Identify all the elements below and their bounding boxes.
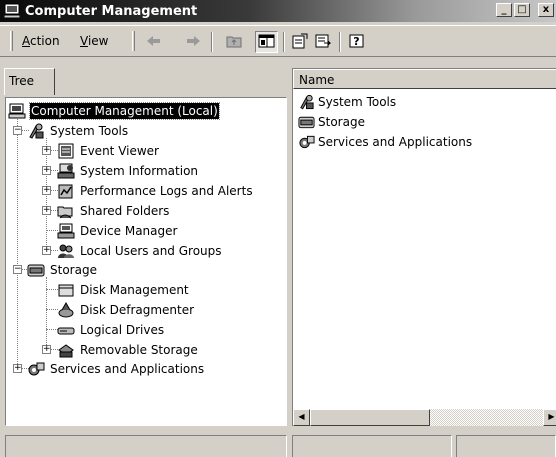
back-arrow-icon[interactable] [145,33,162,49]
details-list[interactable]: Name System Tools Storage Services and A… [292,68,556,426]
tree-item-disk-defragmenter[interactable]: Disk Defragmenter [57,301,195,319]
collapse-toggle[interactable]: − [13,126,22,135]
services-applications-icon [28,362,45,376]
tree-item-removable-storage[interactable]: Removable Storage [57,341,199,359]
scroll-right-button[interactable]: ▶ [543,409,556,426]
disk-defragmenter-icon [58,302,74,318]
tree-item-disk-management[interactable]: Disk Management [57,281,190,299]
show-hide-tree-icon [258,34,275,48]
logical-drives-icon [57,327,75,335]
window-title: Computer Management [25,3,198,19]
expand-toggle[interactable]: + [42,166,51,175]
computer-icon [8,103,26,119]
tree-item-performance-logs[interactable]: Performance Logs and Alerts [57,182,254,200]
services-applications-icon [299,135,315,149]
tree-item-system-tools[interactable]: System Tools [27,122,129,140]
column-header-name[interactable]: Name [293,69,556,89]
device-manager-icon [57,223,75,239]
storage-icon [298,116,315,129]
performance-logs-icon [58,184,73,199]
tree-item-label: System Information [80,164,199,178]
expand-toggle[interactable]: + [42,345,51,354]
svg-text:?: ? [353,35,359,48]
list-item-label: Services and Applications [318,135,473,149]
toolbar-separator [339,32,341,52]
status-panel [292,435,452,457]
event-viewer-icon [58,143,74,159]
tree-item-shared-folders[interactable]: Shared Folders [57,202,170,220]
system-information-icon [57,163,75,179]
tree-item-system-information[interactable]: System Information [57,162,199,180]
console-tree[interactable]: − + + + + + − + + Computer Management (L… [5,97,287,426]
tree-item-label: Removable Storage [80,343,198,357]
horizontal-scrollbar[interactable]: ◀ ▶ [293,409,556,426]
list-item-services-applications[interactable]: Services and Applications [298,133,472,151]
disk-management-icon [58,284,74,297]
system-tools-icon [29,123,44,139]
users-groups-icon [58,244,74,258]
tree-item-local-users-groups[interactable]: Local Users and Groups [57,242,223,260]
removable-storage-icon [58,344,74,358]
tree-item-services-applications[interactable]: Services and Applications [27,360,205,378]
collapse-toggle[interactable]: − [13,265,22,274]
shared-folders-icon [57,206,73,219]
tree-item-label: Services and Applications [50,362,205,376]
tree-item-logical-drives[interactable]: Logical Drives [57,321,165,339]
tree-item-label: Disk Defragmenter [80,303,195,317]
tree-item-label: Device Manager [80,224,178,238]
view-menu[interactable]: View [80,34,108,48]
tree-line [17,119,18,370]
list-item-label: System Tools [318,95,397,109]
expand-toggle[interactable]: + [42,186,51,195]
tree-item-label: Logical Drives [80,323,165,337]
close-button[interactable]: x [538,3,554,17]
list-item-label: Storage [318,115,365,129]
list-item-storage[interactable]: Storage [298,113,365,131]
help-icon[interactable]: ? [348,33,365,49]
list-item-system-tools[interactable]: System Tools [298,93,396,111]
tree-item-label: Disk Management [80,283,189,297]
expand-toggle[interactable]: + [42,246,51,255]
tree-item-computer-management[interactable]: Computer Management (Local) [8,102,220,120]
toolbar-grip[interactable] [132,31,135,51]
status-panel [5,435,287,457]
maximize-button[interactable]: □ [514,3,530,17]
tree-item-label: Storage [50,263,97,277]
toolbar: Action View ? [0,25,556,57]
toolbar-separator [211,32,213,52]
tree-item-storage[interactable]: Storage [27,261,98,279]
toolbar-grip[interactable] [10,31,13,51]
toolbar-separator [283,32,285,52]
properties-icon[interactable] [291,33,308,49]
tree-item-device-manager[interactable]: Device Manager [57,222,178,240]
computer-management-icon [4,3,20,19]
tree-item-event-viewer[interactable]: Event Viewer [57,142,160,160]
system-tools-icon [300,94,314,110]
tree-item-label: Local Users and Groups [80,244,222,258]
title-bar[interactable]: Computer Management _ □ x [0,0,556,22]
up-folder-icon[interactable] [226,33,243,49]
storage-icon [27,264,45,277]
expand-toggle[interactable]: + [42,206,51,215]
tree-item-label: Shared Folders [80,204,170,218]
status-panel [456,435,556,457]
tree-item-label: Performance Logs and Alerts [80,184,253,198]
expand-toggle[interactable]: + [13,364,22,373]
expand-toggle[interactable]: + [42,146,51,155]
export-list-icon[interactable] [315,33,332,49]
tree-item-label: System Tools [50,124,129,138]
scroll-thumb[interactable] [310,409,430,426]
tree-item-label: Event Viewer [80,144,159,158]
action-menu[interactable]: Action [22,34,60,48]
tree-item-label: Computer Management (Local) [29,102,220,120]
tab-tree[interactable]: Tree [4,68,55,95]
forward-arrow-icon[interactable] [185,33,202,49]
minimize-button[interactable]: _ [496,3,512,17]
scroll-left-button[interactable]: ◀ [293,409,310,426]
